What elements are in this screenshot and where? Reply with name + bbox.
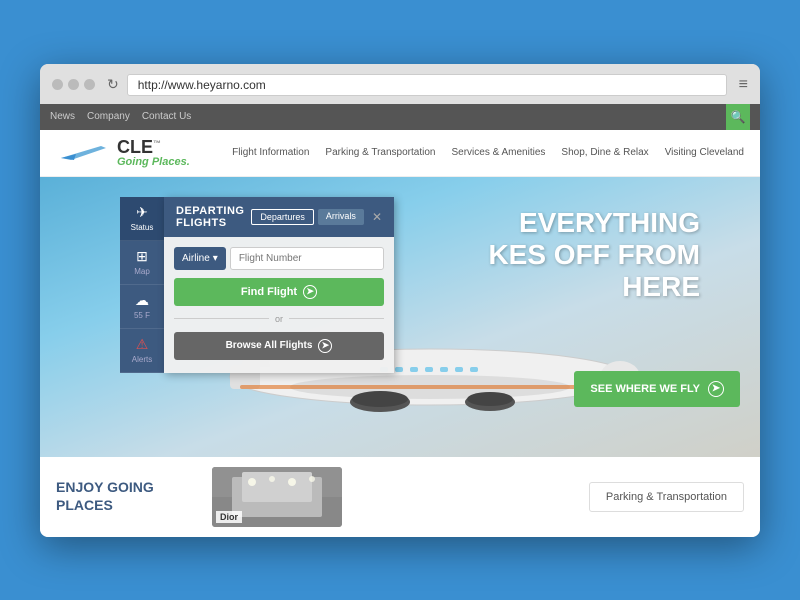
weather-icon: ☁ <box>135 292 149 309</box>
sidebar-alerts[interactable]: ⚠ Alerts <box>120 329 164 373</box>
logo-text: CLE™ Going Places. <box>117 138 190 168</box>
logo: CLE™ Going Places. <box>56 138 190 168</box>
dior-card-image[interactable]: Dior <box>212 467 342 527</box>
panel-header: DEPARTING FLIGHTS Departures Arrivals ✕ <box>164 197 394 237</box>
see-where-we-fly-button[interactable]: SEE WHERE WE FLY ➤ <box>574 371 740 407</box>
circle-arrow-icon: ➤ <box>303 285 317 299</box>
map-icon: ⊞ <box>136 248 148 265</box>
flight-number-input[interactable] <box>230 247 384 270</box>
hero-line2: KES OFF FROM <box>488 239 700 271</box>
tagline: Going Places. <box>117 156 190 168</box>
nav-company[interactable]: Company <box>87 111 130 122</box>
nav-news[interactable]: News <box>50 111 75 122</box>
browser-dots <box>52 79 95 90</box>
sidebar-map[interactable]: ⊞ Map <box>120 241 164 285</box>
browser-chrome: ↻ http://www.heyarno.com ≡ <box>40 64 760 104</box>
or-text: or <box>275 314 283 324</box>
logo-plane-svg <box>56 140 111 166</box>
side-icons: ✈ Status ⊞ Map ☁ 55 F ⚠ Alerts <box>120 197 164 373</box>
nav-contact[interactable]: Contact Us <box>142 111 191 122</box>
top-search-button[interactable]: 🔍 <box>726 104 750 130</box>
panel-body: Airline ▾ Find Flight ➤ or <box>164 237 394 370</box>
refresh-icon[interactable]: ↻ <box>107 76 119 93</box>
see-fly-icon: ➤ <box>708 381 724 397</box>
panel-tabs: Departures Arrivals <box>251 209 364 225</box>
browser-window: ↻ http://www.heyarno.com ≡ News Company … <box>40 64 760 537</box>
nav-visiting[interactable]: Visiting Cleveland <box>665 147 744 158</box>
hero-section: EVERYTHING KES OFF FROM HERE ✈ Status ⊞ … <box>40 177 760 457</box>
status-label: Status <box>131 223 154 232</box>
sidebar-weather[interactable]: ☁ 55 F <box>120 285 164 329</box>
browse-circle-icon: ➤ <box>318 339 332 353</box>
menu-icon[interactable]: ≡ <box>739 76 748 94</box>
nav-shop[interactable]: Shop, Dine & Relax <box>561 147 648 158</box>
chevron-down-icon: ▾ <box>213 253 218 264</box>
find-flight-label: Find Flight <box>241 286 297 298</box>
parking-label: Parking & Transportation <box>606 491 727 503</box>
panel-title: DEPARTING FLIGHTS <box>176 205 251 229</box>
browse-flights-label: Browse All Flights <box>226 340 313 351</box>
map-label: Map <box>134 267 150 276</box>
close-panel-button[interactable]: ✕ <box>372 210 382 224</box>
tab-arrivals[interactable]: Arrivals <box>318 209 364 225</box>
main-nav: CLE™ Going Places. Flight Information Pa… <box>40 130 760 177</box>
dot-yellow <box>68 79 79 90</box>
alert-icon: ⚠ <box>136 336 149 353</box>
parking-card[interactable]: Parking & Transportation <box>589 482 744 512</box>
top-nav: News Company Contact Us 🔍 <box>40 104 760 130</box>
address-bar[interactable]: http://www.heyarno.com <box>127 74 727 96</box>
dot-green <box>84 79 95 90</box>
divider-line-left <box>174 318 269 319</box>
find-flight-button[interactable]: Find Flight ➤ <box>174 278 384 306</box>
flight-search-panel: DEPARTING FLIGHTS Departures Arrivals ✕ … <box>164 197 394 373</box>
temp-label: 55 F <box>134 311 150 320</box>
hero-text: EVERYTHING KES OFF FROM HERE <box>488 207 700 303</box>
hero-line1: EVERYTHING <box>488 207 700 239</box>
main-nav-links: Flight Information Parking & Transportat… <box>232 147 744 158</box>
alerts-label: Alerts <box>132 355 152 364</box>
see-fly-label: SEE WHERE WE FLY <box>590 383 700 395</box>
enjoy-title: ENJOY GOING PLACES <box>56 479 154 513</box>
airline-dropdown[interactable]: Airline ▾ <box>174 247 226 270</box>
tab-departures[interactable]: Departures <box>251 209 314 225</box>
browse-all-flights-button[interactable]: Browse All Flights ➤ <box>174 332 384 360</box>
search-row: Airline ▾ <box>174 247 384 270</box>
nav-parking[interactable]: Parking & Transportation <box>325 147 435 158</box>
top-nav-links: News Company Contact Us <box>50 111 191 122</box>
hero-line3: HERE <box>488 271 700 303</box>
or-divider: or <box>174 314 384 324</box>
divider-line-right <box>289 318 384 319</box>
cle-logo-text: CLE™ <box>117 138 190 156</box>
plane-icon: ✈ <box>136 204 148 221</box>
bottom-cards: ENJOY GOING PLACES Dior Parking & Transp… <box>40 457 760 537</box>
airline-label: Airline <box>182 253 210 264</box>
sidebar-widget: ✈ Status ⊞ Map ☁ 55 F ⚠ Alerts <box>120 197 394 373</box>
dior-label: Dior <box>216 511 242 523</box>
nav-services[interactable]: Services & Amenities <box>451 147 545 158</box>
nav-flight-info[interactable]: Flight Information <box>232 147 309 158</box>
dot-red <box>52 79 63 90</box>
enjoy-text: ENJOY GOING PLACES <box>56 479 196 515</box>
sidebar-status[interactable]: ✈ Status <box>120 197 164 241</box>
